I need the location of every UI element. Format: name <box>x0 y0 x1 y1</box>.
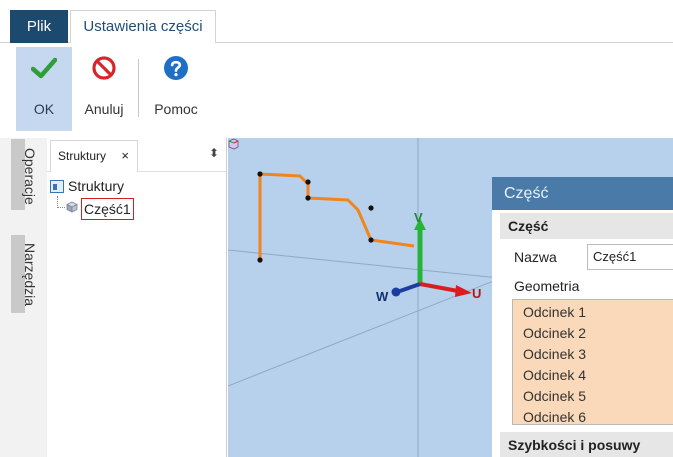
section-part-header[interactable]: Część <box>500 213 673 239</box>
prohibited-icon <box>92 56 116 80</box>
list-item[interactable]: Odcinek 4 <box>523 365 673 386</box>
close-icon[interactable]: × <box>121 141 129 171</box>
structure-panel-header: Struktury × ⬍ <box>47 138 226 172</box>
side-tab-operations-label: Operacje <box>22 148 38 205</box>
tree-root-label: Struktury <box>68 178 125 194</box>
list-item[interactable]: Odcinek 3 <box>523 344 673 365</box>
help-label: Pomoc <box>154 101 198 117</box>
section-speeds-header[interactable]: Szybkości i posuwy <box>500 432 673 457</box>
geometry-label: Geometria <box>514 278 580 294</box>
part-properties-dialog: Część Część Nazwa Część1 Geometria Odcin… <box>492 177 673 457</box>
dialog-title: Część <box>492 177 673 210</box>
cancel-label: Anuluj <box>84 101 124 117</box>
structure-panel: Struktury × ⬍ Struktury Część1 <box>47 138 227 457</box>
geometry-list[interactable]: Odcinek 1 Odcinek 2 Odcinek 3 Odcinek 4 … <box>512 299 673 425</box>
structure-tab-label: Struktury <box>58 149 107 163</box>
ok-button[interactable]: OK <box>16 47 72 131</box>
name-label: Nazwa <box>514 249 557 265</box>
tab-file[interactable]: Plik <box>10 10 68 43</box>
menu-bar: Plik Ustawienia części <box>0 0 673 44</box>
part-icon <box>66 201 78 213</box>
pin-icon[interactable]: ⬍ <box>209 146 219 160</box>
view-cube-icon[interactable] <box>228 138 239 150</box>
ribbon-toolbar: OK Anuluj Pomoc <box>0 43 673 135</box>
list-item[interactable]: Odcinek 6 <box>523 407 673 428</box>
structure-icon <box>50 180 64 193</box>
axis-v-label: V <box>414 210 423 225</box>
tree-root-structures[interactable]: Struktury <box>50 178 124 196</box>
ok-label: OK <box>33 101 55 117</box>
name-field[interactable]: Część1 <box>587 244 673 270</box>
cancel-button[interactable]: Anuluj <box>76 47 132 131</box>
axis-w-label: W <box>376 289 389 304</box>
tool-path-profile <box>259 172 415 248</box>
list-item[interactable]: Odcinek 2 <box>523 323 673 344</box>
side-tab-tools-label: Narzędzia <box>22 243 38 307</box>
checkmark-icon <box>31 57 57 79</box>
tree-item-part[interactable]: Część1 <box>81 198 134 220</box>
tab-part-settings[interactable]: Ustawienia części <box>70 10 216 44</box>
list-item[interactable]: Odcinek 5 <box>523 386 673 407</box>
question-icon <box>164 56 188 80</box>
axis-triad <box>391 218 472 297</box>
path-points <box>257 171 374 263</box>
tree-connector <box>57 196 65 208</box>
structure-tab[interactable]: Struktury × <box>50 140 138 172</box>
help-button[interactable]: Pomoc <box>148 47 204 131</box>
ribbon-separator <box>138 59 139 117</box>
list-item[interactable]: Odcinek 1 <box>523 302 673 323</box>
axis-u-label: U <box>472 286 481 301</box>
